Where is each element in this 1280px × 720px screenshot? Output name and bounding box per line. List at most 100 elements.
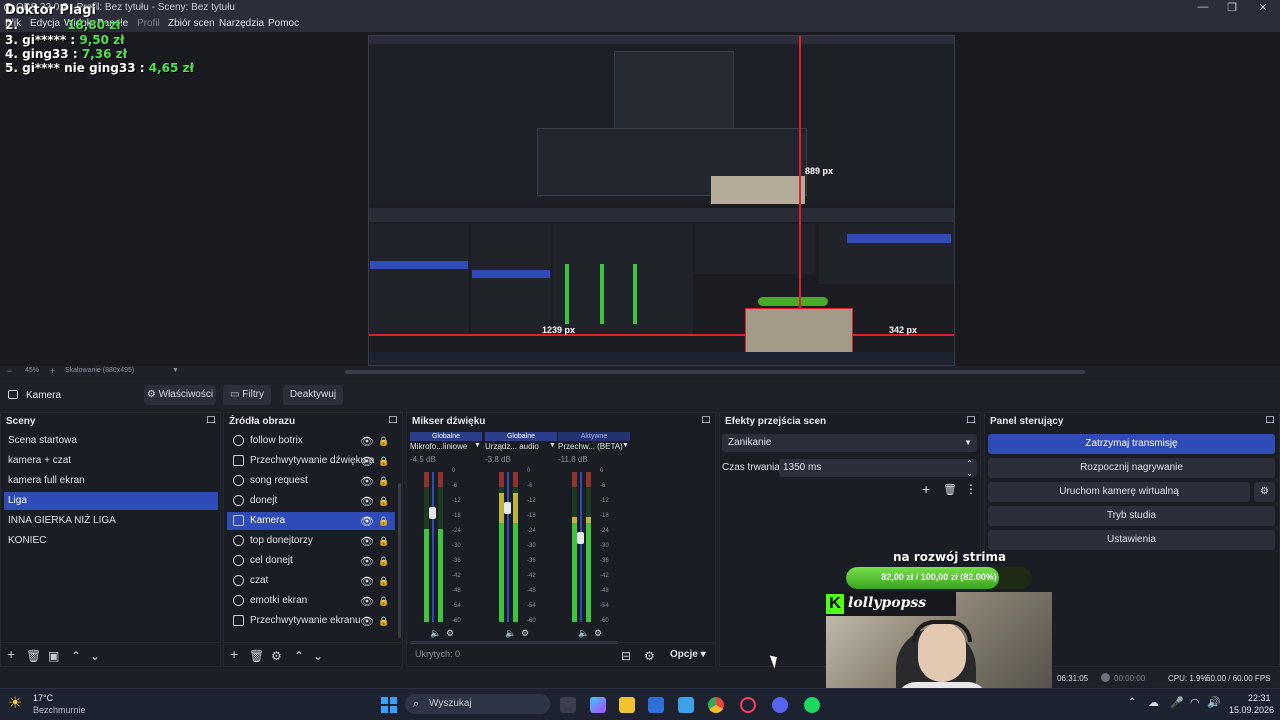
lock-icon[interactable]: 🔒 [378,596,389,607]
volume-fader-handle[interactable] [577,532,584,544]
discord-icon[interactable] [772,697,788,713]
clock-date[interactable]: 15.09.2026 [1229,705,1274,715]
scene-item[interactable]: INNA GIERKA NIŻ LIGA [4,512,218,530]
mixer-layout-icon[interactable]: ⊟ [621,649,631,663]
minimize-icon[interactable]: — [1188,1,1218,13]
volume-fader[interactable] [580,472,582,622]
lock-icon[interactable]: 🔒 [378,536,389,547]
microphone-icon[interactable]: 🎤 [1170,696,1184,709]
channel-menu-icon[interactable]: ▼ [549,442,556,449]
channel-menu-icon[interactable]: ▼ [622,442,629,449]
visibility-eye-icon[interactable]: 👁 [360,575,374,588]
stop-streaming-button[interactable]: Zatrzymaj transmisję [988,434,1275,454]
mixer-settings-icon[interactable]: ⚙ [644,649,655,663]
volume-fader[interactable] [507,472,509,622]
spin-down-icon[interactable]: ⌄ [966,465,973,483]
scene-item[interactable]: kamera + czat [4,452,218,470]
visibility-eye-icon[interactable]: 👁 [360,535,374,548]
add-source-icon[interactable]: + [230,646,238,662]
add-scene-icon[interactable]: + [7,646,15,662]
visibility-eye-icon[interactable]: 👁 [360,515,374,528]
mute-speaker-icon[interactable]: 🔈 [505,628,516,639]
tray-cloud-icon[interactable]: ☁ [1148,696,1159,709]
channel-menu-icon[interactable]: ▼ [474,442,481,449]
store-icon[interactable] [648,697,664,713]
channel-name[interactable]: Przechw... (BETA) [558,442,630,451]
spotify-icon[interactable] [804,697,820,713]
properties-button[interactable]: ⚙ Właściwości [144,385,216,405]
preview-scrollbar[interactable] [345,370,1085,374]
move-up-icon[interactable]: ⌃ [294,649,304,663]
copilot-icon[interactable] [590,697,606,713]
scaling-dropdown-icon[interactable]: ▼ [172,367,179,374]
edge-icon[interactable] [678,697,694,713]
filters-button[interactable]: ▭ Filtry [223,385,271,405]
undock-icon[interactable] [702,416,710,423]
deactivate-button[interactable]: Deaktywuj [283,385,343,405]
channel-name[interactable]: Mikrofo...liniowe [410,442,482,451]
move-up-icon[interactable]: ⌃ [71,649,81,663]
weather-desc[interactable]: Bezchmurnie [33,705,86,715]
windows-start-icon[interactable] [381,697,397,713]
move-down-icon[interactable]: ⌄ [90,649,100,663]
channel-settings-icon[interactable]: ⚙ [446,628,454,639]
add-transition-icon[interactable]: + [922,481,930,497]
volume-icon[interactable]: 🔊 [1207,696,1221,709]
virtual-camera-settings-icon[interactable]: ⚙ [1254,482,1275,502]
visibility-eye-icon[interactable]: 👁 [360,435,374,448]
wifi-icon[interactable]: ◠ [1190,696,1200,709]
menu-help[interactable]: Pomoc [268,18,299,29]
scene-item[interactable]: kamera full ekran [4,472,218,490]
undock-icon[interactable] [389,416,397,423]
undock-icon[interactable] [967,416,975,423]
menu-tools[interactable]: Narzędzia [219,18,264,29]
sources-scrollbar[interactable] [398,483,401,638]
lock-icon[interactable]: 🔒 [378,556,389,567]
zoom-in-button[interactable]: + [50,366,55,376]
tray-chevron-icon[interactable]: ⌃ [1128,697,1136,708]
channel-settings-icon[interactable]: ⚙ [521,628,529,639]
visibility-eye-icon[interactable]: 👁 [360,495,374,508]
mute-speaker-icon[interactable]: 🔈 [430,628,441,639]
lock-icon[interactable]: 🔒 [378,616,389,627]
lock-icon[interactable]: 🔒 [378,516,389,527]
menu-scene-collection[interactable]: Zbiór scen [168,18,215,29]
move-down-icon[interactable]: ⌄ [313,649,323,663]
opera-icon[interactable] [740,697,756,713]
file-explorer-icon[interactable] [619,697,635,713]
visibility-eye-icon[interactable]: 👁 [360,455,374,468]
program-preview[interactable]: 889 px 1239 px 342 px [368,35,955,366]
channel-settings-icon[interactable]: ⚙ [594,628,602,639]
chrome-icon[interactable] [708,697,724,713]
undock-icon[interactable] [207,416,215,423]
maximize-icon[interactable]: ❐ [1217,1,1247,14]
start-virtual-camera-button[interactable]: Uruchom kamerę wirtualną [988,482,1250,502]
scene-item[interactable]: Scena startowa [4,432,218,450]
lock-icon[interactable]: 🔒 [378,576,389,587]
mixer-options-button[interactable]: Opcje ▾ [670,649,706,660]
scene-filters-icon[interactable]: ▣ [48,649,59,663]
visibility-eye-icon[interactable]: 👁 [360,475,374,488]
lock-icon[interactable]: 🔒 [378,476,389,487]
zoom-out-button[interactable]: − [7,366,12,376]
start-recording-button[interactable]: Rozpocznij nagrywanie [988,458,1275,478]
undock-icon[interactable] [1266,416,1274,423]
weather-temp[interactable]: 17°C [33,693,53,703]
mute-speaker-icon[interactable]: 🔈 [578,628,589,639]
source-properties-gear-icon[interactable]: ⚙ [271,649,282,663]
remove-source-icon[interactable]: 🗑 [249,649,264,663]
scaling-label[interactable]: Skalowanie (880x495) [65,367,134,374]
channel-name[interactable]: Urządz... audio [485,442,557,451]
visibility-eye-icon[interactable]: 👁 [360,615,374,628]
volume-fader-handle[interactable] [504,502,511,514]
menu-profile[interactable]: Profil [137,18,160,29]
scene-item-selected[interactable]: Liga [4,492,218,510]
studio-mode-button[interactable]: Tryb studia [988,506,1275,526]
scene-item[interactable]: KONIEC [4,532,218,550]
volume-fader-handle[interactable] [429,506,436,519]
volume-fader[interactable] [432,472,434,622]
clock-time[interactable]: 22:31 [1248,693,1271,703]
visibility-eye-icon[interactable]: 👁 [360,555,374,568]
lock-icon[interactable]: 🔒 [378,456,389,467]
task-view-icon[interactable] [560,697,576,713]
